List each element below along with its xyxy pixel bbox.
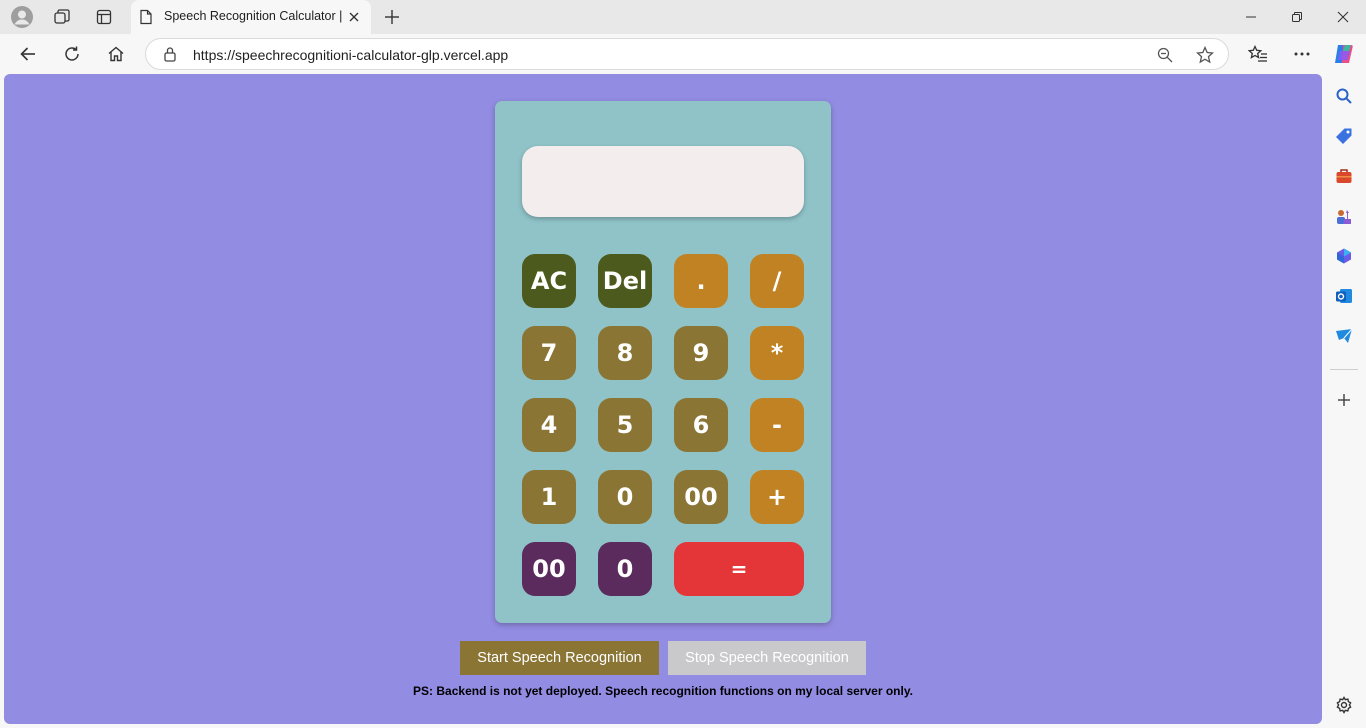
refresh-icon[interactable] xyxy=(58,40,86,68)
key-8[interactable]: 8 xyxy=(598,326,652,380)
start-speech-recognition-button[interactable]: Start Speech Recognition xyxy=(460,641,659,675)
back-icon[interactable] xyxy=(14,40,42,68)
tab-title: Speech Recognition Calculator | GLP xyxy=(164,9,344,23)
outlook-icon[interactable] xyxy=(1332,284,1356,308)
settings-icon[interactable] xyxy=(1332,693,1356,717)
key-00[interactable]: 00 xyxy=(674,470,728,524)
copilot-icon[interactable] xyxy=(1330,40,1358,68)
games-icon[interactable] xyxy=(1332,204,1356,228)
key-decimal[interactable]: . xyxy=(674,254,728,308)
minimize-icon[interactable] xyxy=(1228,0,1274,34)
shopping-tag-icon[interactable] xyxy=(1332,124,1356,148)
profile-icon[interactable] xyxy=(10,5,34,29)
key-9[interactable]: 9 xyxy=(674,326,728,380)
key-divide[interactable]: / xyxy=(750,254,804,308)
restore-icon[interactable] xyxy=(1274,0,1320,34)
side-panel xyxy=(1322,74,1366,728)
calculator-body: AC Del./7 8 9 * 4 5 6-1 0 00 +00 0 = xyxy=(495,101,831,623)
close-icon[interactable] xyxy=(345,8,363,26)
address-bar[interactable]: https://speechrecognitioni-calculator-gl… xyxy=(145,38,1229,70)
page-icon xyxy=(139,9,153,30)
microsoft365-icon[interactable] xyxy=(1332,244,1356,268)
zoom-out-icon[interactable] xyxy=(1154,44,1176,66)
key-1[interactable]: 1 xyxy=(522,470,576,524)
backend-note: PS: Backend is not yet deployed. Speech … xyxy=(413,684,913,698)
web-content: AC Del./7 8 9 * 4 5 6-1 0 00 +00 0 = Start Speech Re… xyxy=(4,74,1322,724)
key-0[interactable]: 0 xyxy=(598,470,652,524)
url-text[interactable]: https://speechrecognitioni-calculator-gl… xyxy=(193,47,508,63)
active-tab[interactable]: Speech Recognition Calculator | GLP xyxy=(131,0,371,34)
key-7[interactable]: 7 xyxy=(522,326,576,380)
key-5[interactable]: 5 xyxy=(598,398,652,452)
search-icon[interactable] xyxy=(1332,84,1356,108)
favorites-icon[interactable] xyxy=(1244,40,1272,68)
new-tab-icon[interactable] xyxy=(380,5,404,29)
key-ac[interactable]: AC xyxy=(522,254,576,308)
favorite-star-icon[interactable] xyxy=(1194,44,1216,66)
calculator-display xyxy=(522,146,804,217)
workspaces-icon[interactable] xyxy=(50,5,74,29)
lock-icon[interactable] xyxy=(163,46,177,67)
key-0-alt[interactable]: 0 xyxy=(598,542,652,596)
key-multiply[interactable]: * xyxy=(750,326,804,380)
browser-toolbar: https://speechrecognitioni-calculator-gl… xyxy=(0,34,1366,74)
key-add[interactable]: + xyxy=(750,470,804,524)
key-equals[interactable]: = xyxy=(674,542,804,596)
key-4[interactable]: 4 xyxy=(522,398,576,452)
key-del[interactable]: Del xyxy=(598,254,652,308)
key-subtract[interactable]: - xyxy=(750,398,804,452)
close-window-icon[interactable] xyxy=(1320,0,1366,34)
tab-actions-icon[interactable] xyxy=(92,5,116,29)
key-6[interactable]: 6 xyxy=(674,398,728,452)
side-panel-divider xyxy=(1330,369,1358,370)
key-00-alt[interactable]: 00 xyxy=(522,542,576,596)
tab-strip: Speech Recognition Calculator | GLP xyxy=(0,0,1366,34)
add-icon[interactable] xyxy=(1332,388,1356,412)
drop-icon[interactable] xyxy=(1332,324,1356,348)
more-icon[interactable] xyxy=(1288,40,1316,68)
tools-icon[interactable] xyxy=(1332,164,1356,188)
stop-speech-recognition-button[interactable]: Stop Speech Recognition xyxy=(668,641,866,675)
home-icon[interactable] xyxy=(102,40,130,68)
